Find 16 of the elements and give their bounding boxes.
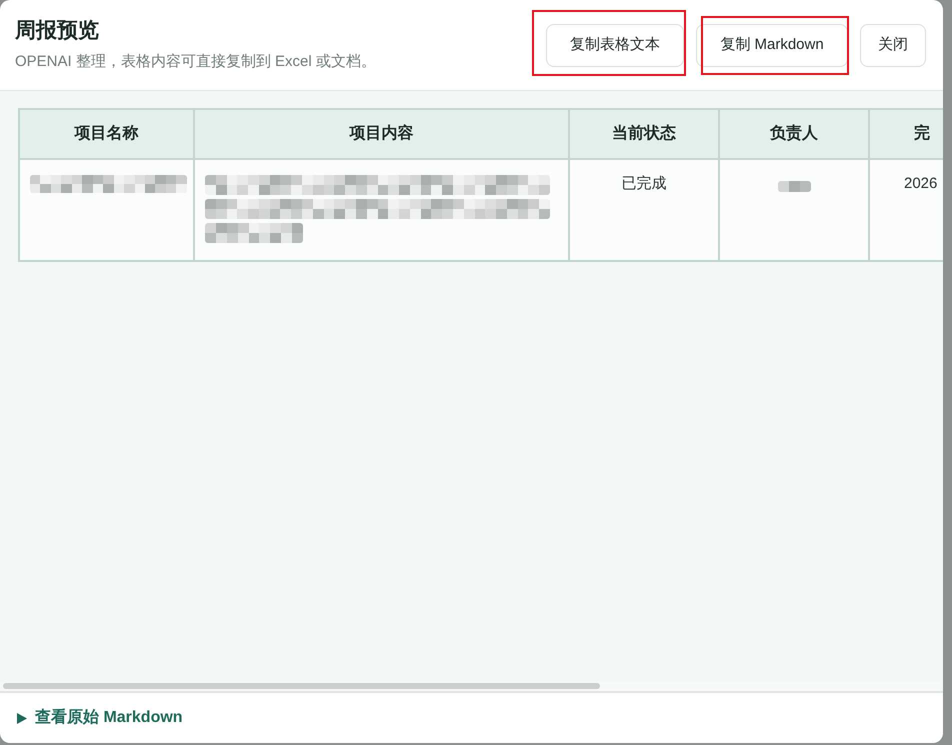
horizontal-scrollbar[interactable] bbox=[0, 682, 943, 691]
column-header: 负责人 bbox=[719, 109, 869, 159]
toolbar-button[interactable]: 关闭 bbox=[860, 24, 926, 66]
column-header: 项目内容 bbox=[194, 109, 569, 159]
toolbar-button[interactable]: 复制表格文本 bbox=[546, 24, 684, 66]
dialog-subtitle: OPENAI 整理，表格内容可直接复制到 Excel 或文档。 bbox=[15, 52, 376, 72]
scrollbar-thumb[interactable] bbox=[3, 683, 600, 689]
toolbar-button[interactable]: 复制 Markdown bbox=[696, 24, 848, 66]
redacted-text bbox=[778, 181, 810, 192]
column-header: 当前状态 bbox=[569, 109, 719, 159]
table-cell: 2026 bbox=[869, 159, 943, 261]
column-header: 完 bbox=[869, 109, 943, 159]
column-header: 项目名称 bbox=[19, 109, 194, 159]
dialog-title: 周报预览 bbox=[15, 18, 100, 44]
disclosure-toggle[interactable]: 查看原始 Markdown bbox=[17, 706, 183, 730]
table-cell: 已完成 bbox=[569, 159, 719, 261]
